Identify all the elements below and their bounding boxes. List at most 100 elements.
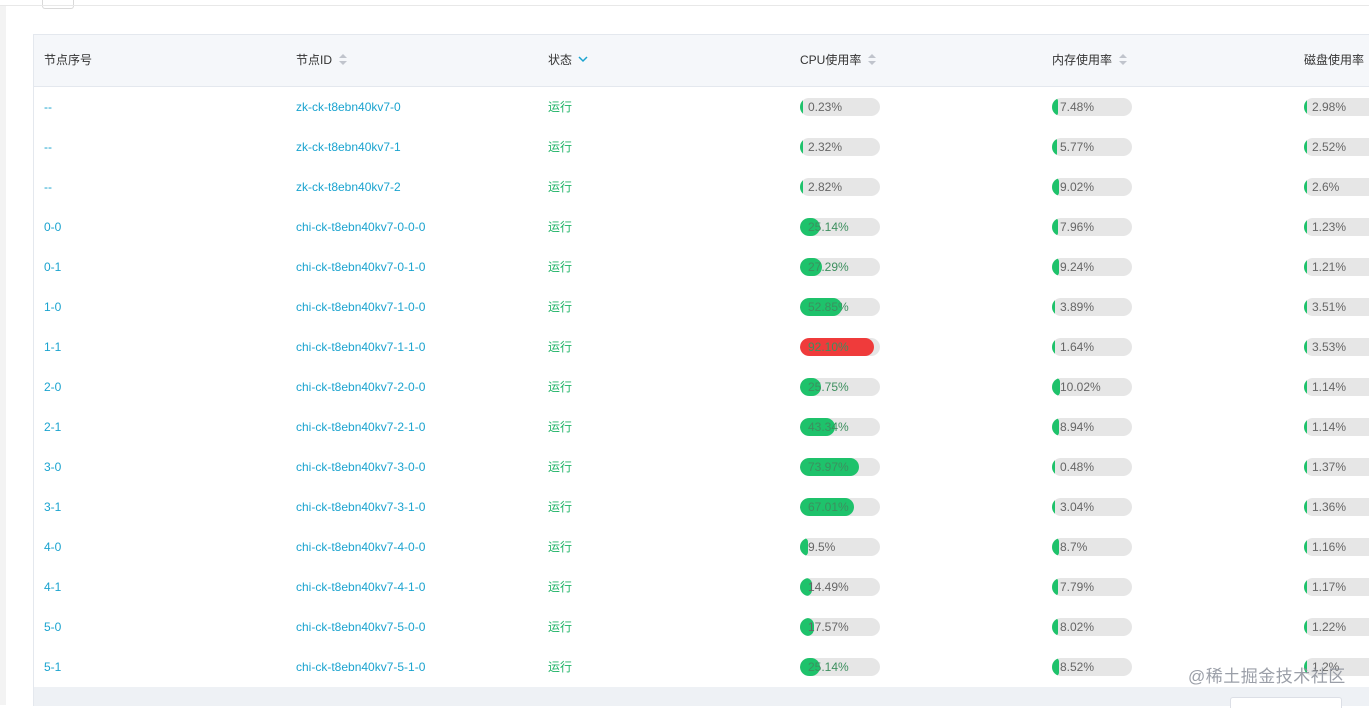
table-row[interactable]: 3-0 chi-ck-t8ebn40kv7-3-0-0 运行 73.97% 0.48% 1… bbox=[34, 447, 1369, 488]
table-row[interactable]: 0-0 chi-ck-t8ebn40kv7-0-0-0 运行 25.14% 7.96% 1… bbox=[34, 207, 1369, 248]
disk-usage-fill bbox=[1304, 178, 1307, 196]
sort-icon[interactable] bbox=[339, 53, 348, 66]
table-row[interactable]: 5-1 chi-ck-t8ebn40kv7-5-1-0 运行 25.14% 8.52% 1… bbox=[34, 647, 1369, 688]
column-header-node-id[interactable]: 节点ID bbox=[296, 35, 348, 86]
node-index-link[interactable]: 0-0 bbox=[44, 207, 61, 247]
table-row[interactable]: -- zk-ck-t8ebn40kv7-0 运行 0.23% 7.48% 2.98% bbox=[34, 87, 1369, 128]
disk-usage-label: 1.22% bbox=[1312, 620, 1347, 634]
mem-usage-bar: 8.7% bbox=[1052, 538, 1132, 556]
node-status: 运行 bbox=[548, 380, 573, 394]
mem-usage-label: 8.52% bbox=[1060, 660, 1095, 674]
column-header-cpu[interactable]: CPU使用率 bbox=[800, 35, 877, 86]
pagination-button[interactable] bbox=[1230, 697, 1342, 708]
node-id-link[interactable]: chi-ck-t8ebn40kv7-3-1-0 bbox=[296, 487, 425, 527]
node-index-link[interactable]: 2-1 bbox=[44, 407, 61, 447]
node-index-link[interactable]: 3-0 bbox=[44, 447, 61, 487]
column-header-mem[interactable]: 内存使用率 bbox=[1052, 35, 1128, 86]
cpu-usage-label: 25.14% bbox=[808, 220, 849, 234]
node-index-link[interactable]: 5-1 bbox=[44, 647, 61, 687]
node-index-link[interactable]: 2-0 bbox=[44, 367, 61, 407]
mem-usage-fill bbox=[1052, 538, 1059, 556]
sort-icon[interactable] bbox=[868, 53, 877, 66]
node-id-link[interactable]: chi-ck-t8ebn40kv7-0-1-0 bbox=[296, 247, 425, 287]
disk-usage-fill bbox=[1304, 618, 1307, 636]
node-index-link[interactable]: 4-0 bbox=[44, 527, 61, 567]
cpu-usage-bar: 27.29% bbox=[800, 258, 880, 276]
mem-usage-bar: 8.52% bbox=[1052, 658, 1132, 676]
node-id-link[interactable]: chi-ck-t8ebn40kv7-2-1-0 bbox=[296, 407, 425, 447]
node-index-link[interactable]: 4-1 bbox=[44, 567, 61, 607]
node-status: 运行 bbox=[548, 100, 573, 114]
cpu-usage-fill bbox=[800, 98, 803, 116]
mem-usage-bar: 9.24% bbox=[1052, 258, 1132, 276]
disk-usage-label: 1.16% bbox=[1312, 540, 1347, 554]
table-row[interactable]: 0-1 chi-ck-t8ebn40kv7-0-1-0 运行 27.29% 9.24% 1… bbox=[34, 247, 1369, 288]
filter-chevron-down-icon[interactable] bbox=[578, 54, 588, 64]
disk-usage-fill bbox=[1304, 98, 1307, 116]
table-row[interactable]: 2-1 chi-ck-t8ebn40kv7-2-1-0 运行 43.34% 8.94% 1… bbox=[34, 407, 1369, 448]
node-id-link[interactable]: zk-ck-t8ebn40kv7-0 bbox=[296, 87, 401, 127]
table-row[interactable]: -- zk-ck-t8ebn40kv7-2 运行 2.82% 9.02% 2.6% bbox=[34, 167, 1369, 208]
mem-usage-label: 3.04% bbox=[1060, 500, 1095, 514]
cpu-usage-label: 14.49% bbox=[808, 580, 849, 594]
cpu-usage-bar: 9.5% bbox=[800, 538, 880, 556]
cpu-usage-bar: 43.34% bbox=[800, 418, 880, 436]
column-header-status[interactable]: 状态 bbox=[548, 35, 588, 86]
cpu-usage-label: 92.10% bbox=[808, 340, 849, 354]
node-id-link[interactable]: chi-ck-t8ebn40kv7-0-0-0 bbox=[296, 207, 425, 247]
node-status: 运行 bbox=[548, 540, 573, 554]
node-id-link[interactable]: chi-ck-t8ebn40kv7-5-0-0 bbox=[296, 607, 425, 647]
column-header-index-label: 节点序号 bbox=[44, 53, 93, 67]
cpu-usage-bar: 73.97% bbox=[800, 458, 880, 476]
node-index-link[interactable]: 0-1 bbox=[44, 247, 61, 287]
disk-usage-fill bbox=[1304, 458, 1307, 476]
cpu-usage-fill bbox=[800, 138, 803, 156]
node-id-link[interactable]: zk-ck-t8ebn40kv7-2 bbox=[296, 167, 401, 207]
table-row[interactable]: 4-0 chi-ck-t8ebn40kv7-4-0-0 运行 9.5% 8.7% 1.16… bbox=[34, 527, 1369, 568]
node-index-link[interactable]: 1-0 bbox=[44, 287, 61, 327]
disk-usage-fill bbox=[1304, 538, 1307, 556]
table-row[interactable]: 3-1 chi-ck-t8ebn40kv7-3-1-0 运行 67.01% 3.04% 1… bbox=[34, 487, 1369, 528]
disk-usage-label: 1.17% bbox=[1312, 580, 1347, 594]
node-index-link[interactable]: -- bbox=[44, 87, 52, 127]
mem-usage-bar: 8.94% bbox=[1052, 418, 1132, 436]
node-index-link[interactable]: -- bbox=[44, 167, 52, 207]
table-row[interactable]: 2-0 chi-ck-t8ebn40kv7-2-0-0 运行 25.75% 10.02%… bbox=[34, 367, 1369, 408]
mem-usage-label: 9.02% bbox=[1060, 180, 1095, 194]
node-id-link[interactable]: chi-ck-t8ebn40kv7-3-0-0 bbox=[296, 447, 425, 487]
node-id-link[interactable]: zk-ck-t8ebn40kv7-1 bbox=[296, 127, 401, 167]
mem-usage-fill bbox=[1052, 658, 1059, 676]
node-index-link[interactable]: 5-0 bbox=[44, 607, 61, 647]
column-header-disk[interactable]: 磁盘使用率 bbox=[1304, 35, 1369, 86]
cpu-usage-bar: 25.14% bbox=[800, 218, 880, 236]
disk-usage-label: 1.14% bbox=[1312, 420, 1347, 434]
node-id-link[interactable]: chi-ck-t8ebn40kv7-2-0-0 bbox=[296, 367, 425, 407]
table-row[interactable]: 4-1 chi-ck-t8ebn40kv7-4-1-0 运行 14.49% 7.79% 1… bbox=[34, 567, 1369, 608]
column-header-status-label: 状态 bbox=[548, 53, 573, 67]
node-id-link[interactable]: chi-ck-t8ebn40kv7-5-1-0 bbox=[296, 647, 425, 687]
node-index-link[interactable]: 1-1 bbox=[44, 327, 61, 367]
node-id-link[interactable]: chi-ck-t8ebn40kv7-1-1-0 bbox=[296, 327, 425, 367]
mem-usage-bar: 10.02% bbox=[1052, 378, 1132, 396]
mem-usage-fill bbox=[1052, 98, 1058, 116]
table-row[interactable]: -- zk-ck-t8ebn40kv7-1 运行 2.32% 5.77% 2.52% bbox=[34, 127, 1369, 168]
mem-usage-bar: 3.04% bbox=[1052, 498, 1132, 516]
disk-usage-bar: 1.14% bbox=[1304, 418, 1369, 436]
sort-icon[interactable] bbox=[1119, 53, 1128, 66]
column-header-mem-label: 内存使用率 bbox=[1052, 53, 1113, 67]
node-id-link[interactable]: chi-ck-t8ebn40kv7-4-0-0 bbox=[296, 527, 425, 567]
mem-usage-bar: 5.77% bbox=[1052, 138, 1132, 156]
cpu-usage-fill bbox=[800, 538, 808, 556]
table-row[interactable]: 1-0 chi-ck-t8ebn40kv7-1-0-0 运行 52.85% 3.89% 3… bbox=[34, 287, 1369, 328]
node-index-link[interactable]: -- bbox=[44, 127, 52, 167]
mem-usage-fill bbox=[1052, 458, 1055, 476]
disk-usage-label: 1.23% bbox=[1312, 220, 1347, 234]
node-id-link[interactable]: chi-ck-t8ebn40kv7-4-1-0 bbox=[296, 567, 425, 607]
node-id-link[interactable]: chi-ck-t8ebn40kv7-1-0-0 bbox=[296, 287, 425, 327]
mem-usage-fill bbox=[1052, 498, 1055, 516]
node-status: 运行 bbox=[548, 340, 573, 354]
node-index-link[interactable]: 3-1 bbox=[44, 487, 61, 527]
node-status: 运行 bbox=[548, 460, 573, 474]
table-row[interactable]: 5-0 chi-ck-t8ebn40kv7-5-0-0 运行 17.57% 8.02% 1… bbox=[34, 607, 1369, 648]
table-row[interactable]: 1-1 chi-ck-t8ebn40kv7-1-1-0 运行 92.10% 1.64% 3… bbox=[34, 327, 1369, 368]
